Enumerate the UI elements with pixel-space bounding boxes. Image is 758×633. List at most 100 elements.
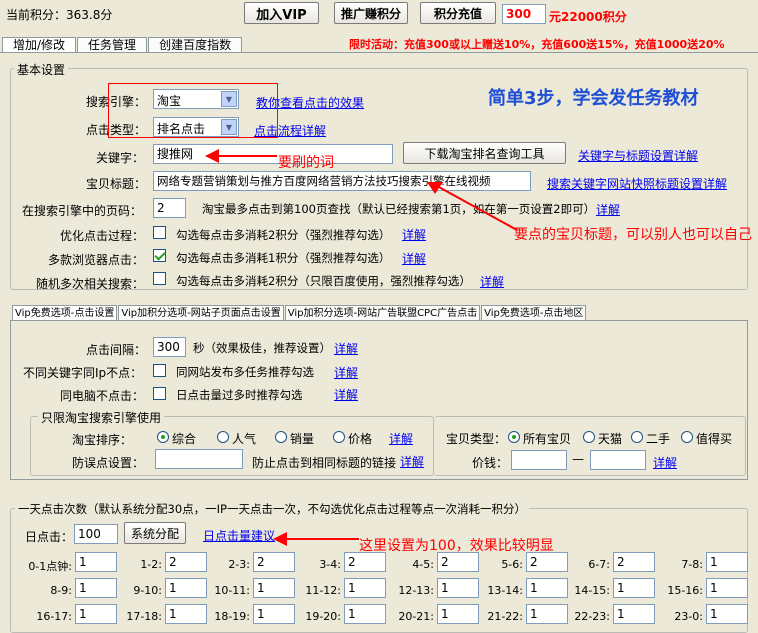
interval-input[interactable]: 300 [153,337,186,357]
tab-task-manage[interactable]: 任务管理 [77,37,148,52]
same-pc-detail-link[interactable]: 详解 [334,386,358,403]
hour-label: 6-7: [588,558,610,571]
page-label: 在搜索引擎中的页码： [22,204,143,218]
type-option-label: 所有宝贝 [523,432,572,446]
same-pc-note: 日点击量过多时推荐勾选 [176,388,303,402]
price-detail-link[interactable]: 详解 [653,454,677,471]
browser-detail-link[interactable]: 详解 [402,250,426,267]
tab-vip-subpage[interactable]: Vip加积分选项-网站子页面点击设置 [118,305,284,320]
hour-label: 4-5: [412,558,434,571]
daily-label: 日点击： [25,530,74,544]
random-note: 勾选每点击多消耗2积分（只限百度使用，强烈推荐勾选） [176,274,471,288]
points-label: 当前积分：363.8分 [6,8,113,22]
download-tool-button[interactable]: 下载淘宝排名查询工具 [403,142,566,164]
page-detail-link[interactable]: 详解 [596,201,620,218]
sort-label: 淘宝排序： [72,433,133,447]
type-radio-second-hand[interactable] [631,431,643,443]
hour-label: 8-9: [50,584,72,597]
tab-vip-click-settings[interactable]: Vip免费选项-点击设置 [12,305,118,320]
browser-note: 勾选每点击多消耗1积分（强烈推荐勾选） [176,251,391,265]
hour-input[interactable]: 2 [344,552,386,572]
price-min-input[interactable] [511,450,567,470]
arrow-icon [427,182,518,231]
hour-input[interactable]: 1 [706,604,748,624]
same-pc-checkbox[interactable] [153,387,166,400]
hour-label: 13-14: [487,584,523,597]
daily-input[interactable]: 100 [74,524,118,544]
hour-input[interactable]: 2 [613,552,655,572]
diff-ip-detail-link[interactable]: 详解 [334,364,358,381]
tab-add-edit[interactable]: 增加/修改 [2,37,77,52]
same-pc-label: 同电脑不点击： [60,389,145,403]
hour-label: 2-3: [228,558,250,571]
tab-vip-region[interactable]: Vip免费选项-点击地区 [481,305,587,320]
diff-ip-checkbox[interactable] [153,364,166,377]
mistake-input[interactable] [155,449,243,469]
hour-input[interactable]: 1 [344,604,386,624]
hour-input[interactable]: 1 [344,578,386,598]
keyword-label: 关键字： [96,151,145,165]
hour-label: 23-0: [674,610,703,623]
sort-radio-comprehensive[interactable] [157,431,169,443]
type-radio-all[interactable] [508,431,520,443]
auto-assign-button[interactable]: 系统分配 [124,522,186,544]
sort-option-label: 综合 [172,432,197,446]
keyword-annotation: 要刷的词 [278,155,334,171]
hour-label: 17-18: [126,610,162,623]
hour-label: 20-21: [398,610,434,623]
daily-suggest-link[interactable]: 日点击量建议 [203,527,275,544]
title-annotation-line1: 要点的宝贝标题，可以别人也可以自己 [514,227,752,243]
tab-baidu-index[interactable]: 创建百度指数 [148,37,243,52]
hour-label: 22-23: [574,610,610,623]
recharge-amount-input[interactable]: 300 [502,4,546,24]
hour-label: 0-1点钟: [28,560,72,573]
random-detail-link[interactable]: 详解 [480,273,504,290]
hour-label: 19-20: [305,610,341,623]
recharge-button[interactable]: 积分充值 [420,2,496,24]
promote-points-button[interactable]: 推广赚积分 [334,2,408,24]
type-option-label: 二手 [646,432,671,446]
type-radio-worth-buying[interactable] [681,431,693,443]
title-help-link[interactable]: 搜索关键字网站快照标题设置详解 [547,175,727,192]
hour-input[interactable]: 1 [706,578,748,598]
mistake-detail-link[interactable]: 详解 [400,453,424,470]
price-label: 价钱： [472,456,509,470]
hour-label: 15-16: [667,584,703,597]
page-input[interactable]: 2 [153,198,186,218]
sort-radio-sales[interactable] [275,431,287,443]
hour-label: 5-6: [501,558,523,571]
hour-input[interactable]: 1 [613,578,655,598]
join-vip-button[interactable]: 加入VIP [244,2,319,24]
hour-label: 3-4: [319,558,341,571]
sort-option-label: 销量 [290,432,315,446]
random-label: 随机多次相关搜索： [36,277,145,291]
sort-radio-price[interactable] [333,431,345,443]
price-max-input[interactable] [590,450,646,470]
hour-label: 1-2: [140,558,162,571]
hour-label: 21-22: [487,610,523,623]
browser-label: 多款浏览器点击： [48,253,145,267]
tab-vip-cpc[interactable]: Vip加积分选项-网站广告联盟CPC广告点击 [284,305,481,320]
hour-input[interactable]: 1 [706,552,748,572]
type-radio-tmall[interactable] [583,431,595,443]
taobao-only-legend: 只限淘宝搜索引擎使用 [38,409,165,426]
browser-checkbox[interactable] [153,249,166,262]
random-checkbox[interactable] [153,272,166,285]
sort-option-label: 价格 [348,432,373,446]
hour-label: 16-17: [36,610,72,623]
hour-label: 11-12: [305,584,341,597]
hour-label: 9-10: [133,584,162,597]
optimize-detail-link[interactable]: 详解 [402,226,426,243]
basic-settings-legend: 基本设置 [14,61,69,78]
keyword-help-link[interactable]: 关键字与标题设置详解 [578,147,698,164]
interval-detail-link[interactable]: 详解 [334,340,358,357]
sort-detail-link[interactable]: 详解 [389,430,413,447]
type-option-label: 天猫 [598,432,623,446]
highlight-box [108,83,278,138]
hour-input[interactable]: 1 [613,604,655,624]
title-label: 宝贝标题： [86,177,147,191]
sort-radio-popularity[interactable] [217,431,229,443]
optimize-checkbox[interactable] [153,226,166,239]
mistake-note: 防止点击到相同标题的链接 [252,456,397,470]
type-option-label: 值得买 [696,432,733,446]
